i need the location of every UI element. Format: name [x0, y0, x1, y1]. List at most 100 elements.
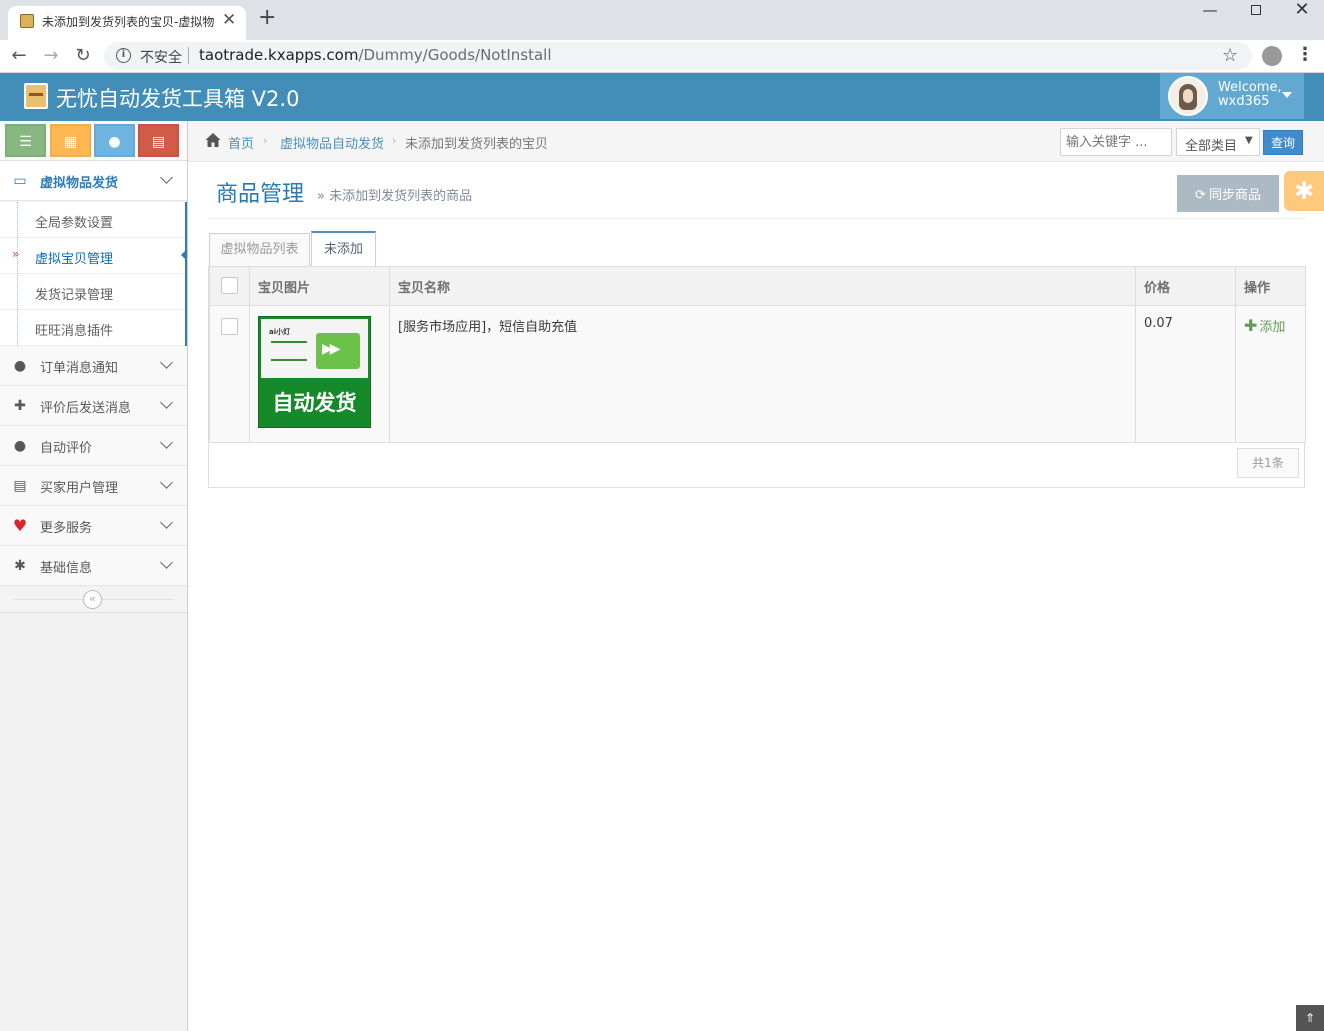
category-select[interactable]: 全部类目 ▼ — [1176, 128, 1260, 156]
submenu-item-wangwang-plugin[interactable]: 旺旺消息插件 — [0, 310, 185, 346]
favicon-icon — [20, 14, 34, 28]
add-product-link[interactable]: ✚ 添加 — [1244, 316, 1286, 335]
maximize-window-button[interactable] — [1234, 0, 1278, 20]
product-image[interactable]: ai小灯 自动发货 — [258, 316, 371, 428]
collapse-sidebar-icon[interactable]: « — [83, 590, 102, 609]
gear-icon: ✱ — [14, 558, 26, 574]
category-select-value: 全部类目 — [1185, 139, 1238, 154]
address-separator — [188, 47, 189, 64]
query-button[interactable]: 查询 — [1263, 130, 1303, 155]
goods-table: 宝贝图片 宝贝名称 价格 操作 ai小灯 自动发货 — [209, 266, 1306, 443]
reload-button[interactable]: ↻ — [70, 44, 96, 68]
keyword-search-input[interactable] — [1060, 128, 1172, 156]
chevron-down-icon — [160, 436, 173, 449]
shortcut-chat-button[interactable]: ● — [94, 124, 135, 157]
username: wxd365 — [1218, 94, 1270, 109]
select-all-checkbox[interactable] — [221, 276, 238, 294]
profile-icon[interactable] — [1262, 46, 1282, 66]
submenu-item-delivery-records[interactable]: 发货记录管理 — [0, 274, 185, 310]
sidebar-item-buyer-management[interactable]: ▤ 买家用户管理 — [0, 466, 187, 506]
shortcut-list-button[interactable]: ☰ — [5, 124, 46, 157]
product-price: 0.07 — [1144, 316, 1173, 331]
column-header-action: 操作 — [1235, 266, 1306, 306]
table-row: ai小灯 自动发货 [服务市场应用]，短信自助充值 0.07 ✚添加 — [209, 305, 1306, 443]
forward-button[interactable]: → — [38, 44, 64, 68]
column-header-price: 价格 — [1135, 266, 1236, 306]
pagination-total: 共1条 — [1237, 448, 1299, 478]
browser-toolbar: ← → ↻ i 不安全 taotrade.kxapps.com/Dummy/Go… — [0, 40, 1324, 73]
sidebar-item-label: 评价后发送消息 — [40, 401, 132, 416]
shortcut-calendar-button[interactable]: ▦ — [50, 124, 91, 157]
submenu-item-global-settings[interactable]: 全局参数设置 — [0, 202, 185, 238]
sidebar-item-label: 买家用户管理 — [40, 481, 119, 496]
browser-tab[interactable]: 未添加到发货列表的宝贝-虚拟物 ✕ — [8, 6, 246, 40]
product-action-cell: ✚ 添加 — [1235, 305, 1306, 443]
card-icon: ▭ — [13, 173, 27, 189]
sidebar-item-auto-review[interactable]: ● 自动评价 — [0, 426, 187, 466]
user-menu[interactable]: Welcome, wxd365 — [1160, 73, 1304, 119]
sidebar-item-label: 订单消息通知 — [40, 361, 119, 376]
address-bar[interactable]: i 不安全 taotrade.kxapps.com/Dummy/Goods/No… — [104, 42, 1252, 70]
sidebar-item-review-message[interactable]: ✚ 评价后发送消息 — [0, 386, 187, 426]
chevron-down-icon — [160, 476, 173, 489]
submenu-item-label: 旺旺消息插件 — [35, 324, 114, 339]
chevron-down-icon — [160, 516, 173, 529]
browser-tab-strip: 未添加到发货列表的宝贝-虚拟物 ✕ + — ✕ — [0, 0, 1324, 40]
book-icon: ▤ — [13, 478, 27, 494]
table-header-row: 宝贝图片 宝贝名称 价格 操作 — [209, 266, 1306, 306]
submenu-item-virtual-goods[interactable]: » 虚拟宝贝管理 — [0, 238, 187, 274]
page-title: 商品管理 — [216, 182, 305, 207]
goods-table-panel: 宝贝图片 宝贝名称 价格 操作 ai小灯 自动发货 — [208, 266, 1306, 488]
shortcut-book-button[interactable]: ▤ — [138, 124, 179, 157]
bookmark-star-icon[interactable]: ☆ — [1222, 45, 1238, 66]
sidebar-submenu: 全局参数设置 » 虚拟宝贝管理 发货记录管理 旺旺消息插件 — [0, 202, 187, 346]
logo-box-icon — [24, 83, 48, 109]
product-name: [服务市场应用]，短信自助充值 — [398, 320, 578, 335]
insecure-label[interactable]: 不安全 — [140, 47, 182, 67]
column-header-name: 宝贝名称 — [389, 266, 1136, 306]
close-tab-icon[interactable]: ✕ — [222, 10, 236, 30]
close-window-button[interactable]: ✕ — [1280, 0, 1324, 20]
row-select-cell — [209, 305, 250, 443]
goods-tabs: 虚拟物品列表 未添加 — [208, 231, 1305, 267]
plus-icon: ✚ — [1244, 316, 1258, 335]
submenu-item-label: 全局参数设置 — [35, 216, 114, 231]
new-tab-button[interactable]: + — [258, 5, 276, 31]
breadcrumb-virtual-delivery-link[interactable]: 虚拟物品自动发货 — [280, 133, 384, 152]
sidebar-item-more-services[interactable]: ♥ 更多服务 — [0, 506, 187, 546]
tab-not-added[interactable]: 未添加 — [311, 231, 376, 267]
browser-menu-icon[interactable]: ⋮ — [1296, 44, 1314, 65]
settings-gear-button[interactable]: ✱ — [1284, 171, 1324, 211]
breadcrumb: 首页 › 虚拟物品自动发货 › 未添加到发货列表的宝贝 全部类目 ▼ 查询 — [188, 121, 1324, 162]
tab-virtual-goods-list[interactable]: 虚拟物品列表 — [209, 233, 310, 267]
product-name-cell: [服务市场应用]，短信自助充值 — [389, 305, 1136, 443]
sidebar-item-basic-info[interactable]: ✱ 基础信息 — [0, 546, 187, 586]
breadcrumb-home-link[interactable]: 首页 — [228, 133, 254, 152]
sidebar-shortcuts: ☰ ▦ ● ▤ — [0, 121, 187, 161]
info-icon[interactable]: i — [116, 48, 131, 63]
sidebar-collapse-row: « — [0, 586, 187, 613]
chevron-down-icon — [160, 356, 173, 369]
app-header: 无忧自动发货工具箱 V2.0 Welcome, wxd365 — [0, 73, 1324, 121]
column-header-image: 宝贝图片 — [249, 266, 390, 306]
comment-icon: ● — [13, 438, 27, 454]
url-text[interactable]: taotrade.kxapps.com/Dummy/Goods/NotInsta… — [199, 46, 552, 64]
avatar — [1168, 76, 1208, 116]
shopping-bag-icon — [316, 333, 360, 369]
scroll-to-top-button[interactable]: ⇑ — [1296, 1005, 1324, 1031]
breadcrumb-current: 未添加到发货列表的宝贝 — [405, 137, 549, 152]
sidebar-item-label: 自动评价 — [40, 441, 93, 456]
sync-goods-button[interactable]: ⟳ 同步商品 — [1177, 175, 1279, 212]
back-button[interactable]: ← — [6, 44, 32, 68]
minimize-window-button[interactable]: — — [1188, 0, 1232, 20]
add-product-label: 添加 — [1259, 320, 1286, 335]
row-checkbox[interactable] — [221, 318, 238, 335]
active-marker-icon: » — [12, 247, 20, 261]
submenu-item-label: 虚拟宝贝管理 — [35, 252, 114, 267]
sidebar-item-virtual-delivery[interactable]: ▭ 虚拟物品发货 — [0, 161, 187, 201]
select-arrow-icon: ▼ — [1245, 135, 1253, 146]
url-path: /Dummy/Goods/NotInstall — [358, 46, 552, 64]
product-price-cell: 0.07 — [1135, 305, 1236, 443]
app-title[interactable]: 无忧自动发货工具箱 V2.0 — [56, 83, 299, 113]
sidebar-item-order-notify[interactable]: ● 订单消息通知 — [0, 346, 187, 386]
